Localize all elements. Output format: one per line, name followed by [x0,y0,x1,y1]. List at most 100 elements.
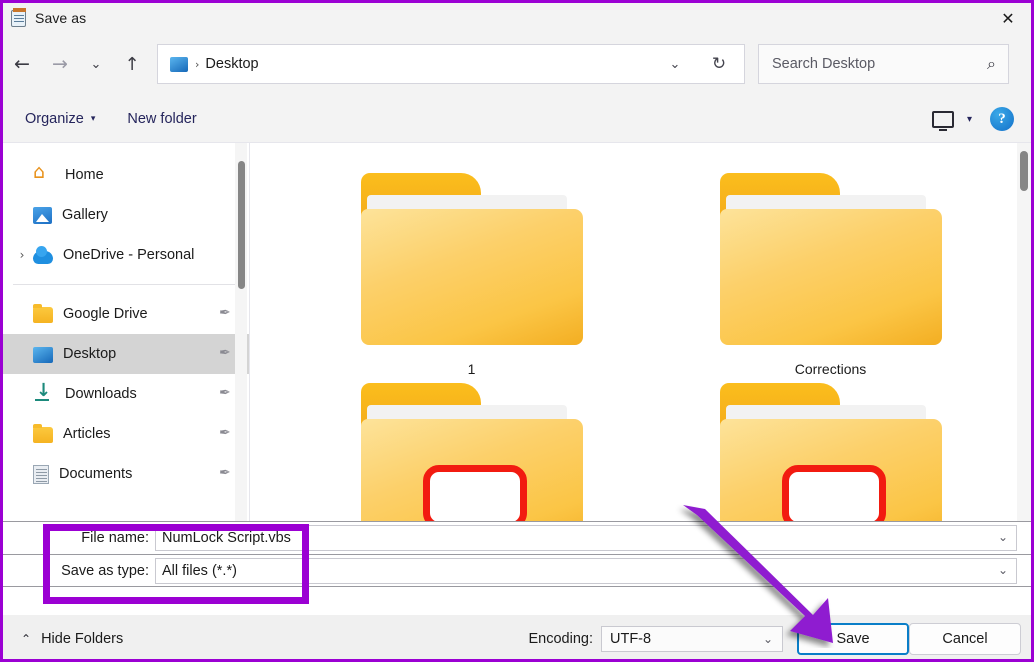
refresh-icon[interactable]: ↻ [702,45,736,83]
file-list-scrollbar[interactable] [1017,143,1031,521]
sidebar-item-desktop[interactable]: Desktop ✒ [3,334,249,374]
breadcrumb-desktop[interactable]: Desktop [205,56,258,72]
folder-icon [33,424,53,443]
download-icon [33,380,55,404]
chevron-down-icon: ⌄ [762,632,773,646]
folder-icon [719,377,942,521]
file-item[interactable] [651,377,1010,521]
hide-folders-button[interactable]: ⌃ Hide Folders [21,631,123,647]
chevron-right-icon[interactable]: › [11,248,33,262]
encoding-group: Encoding: UTF-8 ⌄ [528,626,783,652]
pin-icon[interactable]: ✒ [219,385,233,401]
encoding-value: UTF-8 [610,631,652,647]
chevron-up-icon: ⌃ [21,631,32,646]
file-name-label: File name: [81,530,149,546]
folder-icon [33,304,53,323]
view-mode-icon[interactable] [931,110,954,131]
pin-icon[interactable]: ✒ [219,465,233,481]
sidebar-item-label: Downloads [65,386,137,402]
new-folder-label: New folder [127,110,197,127]
pin-icon[interactable]: ✒ [219,425,233,441]
new-folder-button[interactable]: New folder [117,105,206,133]
chevron-down-icon[interactable]: ⌄ [660,45,690,83]
file-grid: 1 Corrections [250,143,1010,521]
search-placeholder: Search Desktop [772,56,876,72]
chevron-down-icon[interactable]: ⌄ [998,563,1008,577]
back-button[interactable]: ← [3,45,41,83]
recent-locations-button[interactable]: ⌄ [79,45,113,83]
sidebar-item-gallery[interactable]: Gallery [3,195,249,235]
save-button[interactable]: Save [797,623,909,655]
sidebar-item-onedrive[interactable]: › OneDrive - Personal [3,235,249,275]
dialog-footer: ⌃ Hide Folders Encoding: UTF-8 ⌄ Save Ca… [3,615,1031,659]
close-icon[interactable]: ✕ [985,3,1031,33]
help-icon[interactable]: ? [990,107,1014,131]
file-item[interactable]: Corrections [651,167,1010,377]
save-as-type-label: Save as type: [61,562,149,579]
save-as-type-value: All files (*.*) [162,563,237,579]
up-button[interactable]: ↑ [113,45,151,83]
file-name-value: NumLock Script.vbs [162,530,291,546]
sidebar-item-label: Desktop [63,346,117,362]
search-input[interactable]: Search Desktop ⌕ [758,44,1009,84]
file-name-label: Corrections [794,361,867,377]
sidebar-item-label: Home [65,167,104,183]
sidebar-scrollbar[interactable] [235,143,247,521]
folder-icon [360,377,583,521]
file-name-input[interactable]: NumLock Script.vbs ⌄ [155,525,1017,551]
file-item[interactable]: 1 [292,167,651,377]
sidebar-item-articles[interactable]: Articles ✒ [3,414,249,454]
sidebar-divider [13,284,237,285]
file-name-label: 1 [467,361,476,377]
gallery-icon [33,207,52,224]
window-title: Save as [35,10,87,26]
desktop-icon [170,56,188,72]
forward-button[interactable]: → [41,45,79,83]
sidebar-item-google-drive[interactable]: Google Drive ✒ [3,294,249,334]
folder-icon [719,167,942,345]
encoding-select[interactable]: UTF-8 ⌄ [601,626,783,652]
encoding-label: Encoding: [528,631,594,647]
pin-icon[interactable]: ✒ [219,305,233,321]
title-bar: Save as ✕ [3,3,1031,33]
notepad-icon [11,7,26,27]
save-as-type-select[interactable]: All files (*.*) ⌄ [155,558,1017,584]
file-list-scrollbar-thumb[interactable] [1020,151,1028,191]
sidebar-item-label: Google Drive [63,306,148,322]
command-bar-right: ▾ ? [931,95,1031,143]
desktop-icon [33,347,53,363]
navigation-pane: Home Gallery › OneDrive - Personal Googl… [3,143,249,521]
sidebar-item-label: Articles [63,426,111,442]
file-grid-row: 1 Corrections [292,167,1010,377]
sidebar-scrollbar-thumb[interactable] [238,161,245,289]
search-icon: ⌕ [987,54,996,73]
address-bar[interactable]: › Desktop ⌄ ↻ [157,44,745,84]
save-as-dialog: Save as ✕ ← → ⌄ ↑ › Desktop ⌄ ↻ Search D… [0,0,1034,662]
organize-label: Organize [25,110,84,127]
hide-folders-label: Hide Folders [41,630,124,647]
sidebar-item-downloads[interactable]: Downloads ✒ [3,374,249,414]
breadcrumb-separator: › [195,57,200,71]
dialog-body: Home Gallery › OneDrive - Personal Googl… [3,143,1031,521]
save-as-type-row: Save as type: All files (*.*) ⌄ [3,554,1031,587]
file-list[interactable]: 1 Corrections [250,143,1031,521]
red-marker [422,465,527,521]
cancel-button[interactable]: Cancel [909,623,1021,655]
document-icon [33,465,49,484]
pin-icon[interactable]: ✒ [219,345,233,361]
red-marker [781,465,886,521]
file-item[interactable] [292,377,651,521]
sidebar-item-home[interactable]: Home [3,155,249,195]
file-name-row: File name: NumLock Script.vbs ⌄ [3,521,1031,554]
chevron-down-icon[interactable]: ⌄ [998,530,1008,544]
organize-button[interactable]: Organize ▾ [15,105,105,133]
home-icon [33,161,55,185]
cloud-icon [33,245,53,264]
sidebar-item-documents[interactable]: Documents ✒ [3,454,249,494]
chevron-down-icon[interactable]: ▾ [967,114,972,125]
navigation-bar: ← → ⌄ ↑ › Desktop ⌄ ↻ Search Desktop ⌕ [3,33,1031,95]
command-bar: Organize ▾ New folder ▾ ? [3,95,1031,143]
folder-icon [360,167,583,345]
chevron-down-icon: ▾ [90,113,96,124]
file-grid-row [292,377,1010,521]
